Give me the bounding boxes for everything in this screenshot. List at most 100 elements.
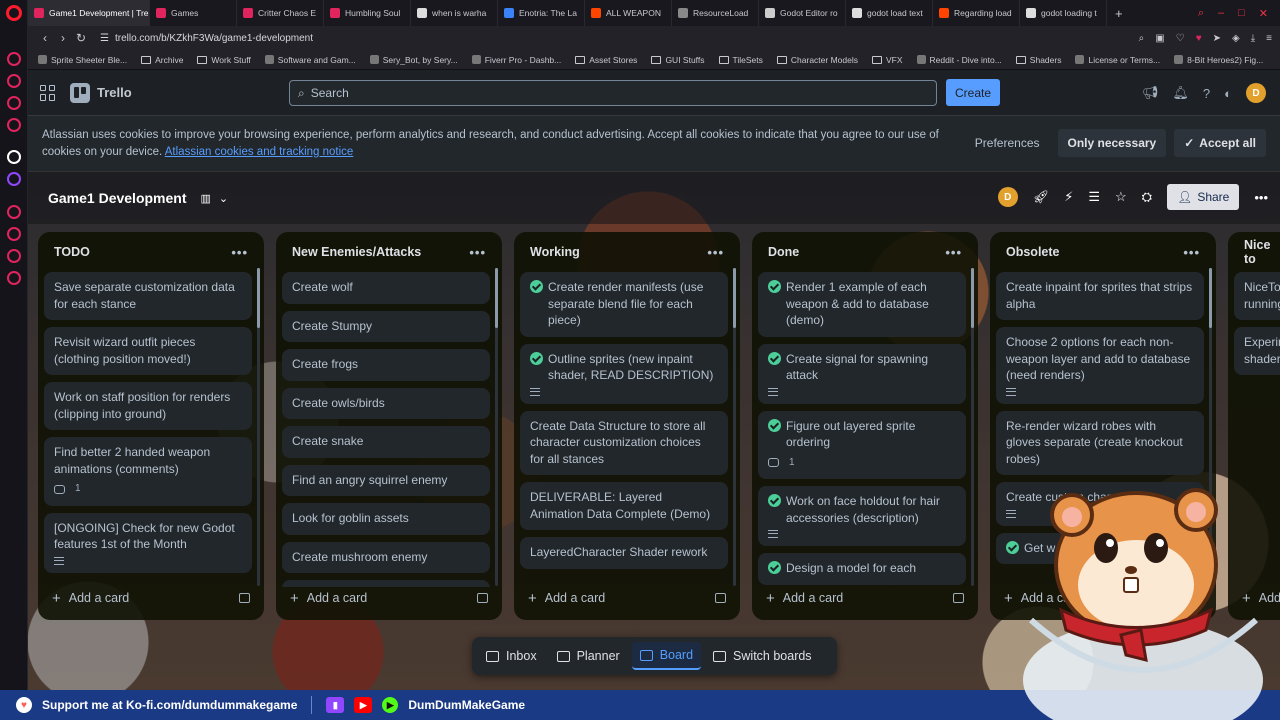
opera-logo-icon[interactable] bbox=[6, 5, 22, 21]
filter-icon[interactable]: ☰ bbox=[1088, 189, 1100, 205]
power-ups-icon[interactable]: 🚀︎ bbox=[1033, 189, 1050, 205]
complete-check-icon[interactable] bbox=[530, 280, 543, 293]
bookmark-icon[interactable]: ♡ bbox=[1176, 33, 1185, 44]
card[interactable]: Create render manifests (use separate bl… bbox=[520, 272, 728, 337]
sidebar-app-icon[interactable] bbox=[7, 96, 21, 110]
list-scrollbar[interactable] bbox=[971, 268, 974, 586]
bookmark-item[interactable]: Reddit - Dive into... bbox=[916, 55, 1002, 65]
bookmark-item[interactable]: 8-Bit Heroes2) Fig... bbox=[1174, 55, 1263, 65]
card[interactable]: Create mushroom enemy bbox=[282, 541, 490, 573]
browser-tab[interactable]: Game1 Development | Tre bbox=[28, 0, 150, 26]
list-title[interactable]: Obsolete bbox=[1006, 245, 1060, 259]
minimize-icon[interactable]: – bbox=[1218, 7, 1224, 20]
megaphone-icon[interactable]: 📢︎ bbox=[1142, 85, 1159, 101]
reload-icon[interactable]: ↻ bbox=[72, 31, 90, 45]
complete-check-icon[interactable] bbox=[768, 494, 781, 507]
card[interactable]: Save separate customization data for eac… bbox=[44, 272, 252, 320]
board-menu-icon[interactable]: ••• bbox=[1254, 190, 1268, 205]
bookmark-item[interactable]: License or Terms... bbox=[1075, 55, 1160, 65]
add-card-button[interactable]: + Add a card bbox=[528, 586, 726, 610]
sidebar-app-icon[interactable] bbox=[7, 249, 21, 263]
card[interactable]: Find an angry squirrel enemy bbox=[282, 464, 490, 496]
cookie-notice-link[interactable]: Atlassian cookies and tracking notice bbox=[165, 146, 354, 158]
menu-icon[interactable]: ≡ bbox=[1266, 33, 1272, 44]
card[interactable]: Render 1 example of each weapon & add to… bbox=[758, 272, 966, 337]
card[interactable]: Work on staff position for renders (clip… bbox=[44, 382, 252, 430]
browser-tab[interactable]: Enotria: The La bbox=[498, 0, 585, 26]
complete-check-icon[interactable] bbox=[530, 351, 543, 365]
browser-tab[interactable]: Games bbox=[150, 0, 237, 26]
list-scrollbar[interactable] bbox=[257, 268, 260, 586]
list-title[interactable]: New Enemies/Attacks bbox=[292, 245, 421, 259]
sidebar-app-icon[interactable] bbox=[7, 150, 21, 164]
card[interactable]: LayeredCharacter Shader rework bbox=[520, 537, 728, 569]
bookmark-item[interactable]: VFX bbox=[871, 55, 903, 65]
card-template-icon[interactable] bbox=[239, 593, 250, 603]
browser-tab[interactable]: when is warha bbox=[411, 0, 498, 26]
app-switcher-icon[interactable] bbox=[40, 84, 56, 101]
browser-tab[interactable]: Regarding load bbox=[933, 0, 1020, 26]
card[interactable]: Revisit wizard outfit pieces (clothing p… bbox=[44, 327, 252, 375]
notifications-icon[interactable]: 🔔︎ bbox=[1172, 85, 1189, 101]
create-button[interactable]: Create bbox=[946, 79, 1000, 106]
card[interactable]: DELIVERABLE: Layered Animation Data Comp… bbox=[520, 482, 728, 530]
avatar[interactable]: D bbox=[1246, 83, 1266, 103]
card-template-icon[interactable] bbox=[715, 593, 726, 603]
switch-boards-tab[interactable]: Switch boards bbox=[705, 642, 820, 670]
browser-tab[interactable]: godot load text bbox=[846, 0, 933, 26]
browser-tab[interactable]: ResourceLoad bbox=[672, 0, 759, 26]
bookmark-item[interactable]: Archive bbox=[141, 55, 183, 65]
site-info-icon[interactable]: ☰ bbox=[100, 33, 109, 44]
bookmark-item[interactable]: TileSets bbox=[718, 55, 763, 65]
bookmark-item[interactable]: Asset Stores bbox=[575, 55, 637, 65]
card[interactable]: Outline sprites (new inpaint shader, REA… bbox=[520, 343, 728, 404]
card[interactable]: Create Data Structure to store all chara… bbox=[520, 410, 728, 475]
browser-tab[interactable]: godot loading t bbox=[1020, 0, 1107, 26]
settings-icon[interactable] bbox=[7, 271, 21, 285]
bookmark-item[interactable]: Software and Gam... bbox=[264, 55, 356, 65]
board-title[interactable]: Game1 Development bbox=[48, 190, 187, 206]
board-tab[interactable]: Board bbox=[631, 642, 702, 670]
url-field[interactable]: ☰ trello.com/b/KZkhF3Wa/game1-developmen… bbox=[100, 33, 313, 44]
card[interactable]: Re-render wizard robes with gloves separ… bbox=[996, 410, 1204, 475]
card[interactable]: Create inpaint for sprites that strips a… bbox=[996, 272, 1204, 320]
complete-check-icon[interactable] bbox=[768, 561, 781, 574]
bookmark-item[interactable]: Character Models bbox=[776, 55, 858, 65]
card[interactable]: Design a model for each bbox=[758, 553, 966, 585]
new-tab-icon[interactable]: + bbox=[1115, 6, 1123, 21]
snapshot-icon[interactable]: ▣ bbox=[1155, 33, 1164, 44]
card[interactable]: Create Stumpy bbox=[282, 310, 490, 342]
zoom-icon[interactable]: ⌕ bbox=[1139, 33, 1145, 44]
card[interactable]: [ONGOING] Check for new Godot features 1… bbox=[44, 512, 252, 573]
maximize-icon[interactable]: □ bbox=[1238, 7, 1245, 20]
back-icon[interactable]: ‹ bbox=[36, 31, 54, 45]
share-button[interactable]: 👤︎ Share bbox=[1167, 184, 1240, 210]
card[interactable]: Work on face holdout for hair accessorie… bbox=[758, 486, 966, 546]
preferences-button[interactable]: Preferences bbox=[965, 129, 1050, 157]
card[interactable]: Create frogs bbox=[282, 349, 490, 381]
card[interactable]: Create signal for spawning attack bbox=[758, 343, 966, 404]
theme-icon[interactable]: ◐ bbox=[1224, 86, 1232, 101]
planner-tab[interactable]: Planner bbox=[549, 642, 628, 670]
list-title[interactable]: TODO bbox=[54, 245, 90, 259]
card[interactable]: Create snake bbox=[282, 426, 490, 458]
list-title[interactable]: Done bbox=[768, 245, 799, 259]
card[interactable]: Look for goblin assets bbox=[282, 503, 490, 535]
browser-tab[interactable]: Godot Editor ro bbox=[759, 0, 846, 26]
list-menu-icon[interactable]: ••• bbox=[469, 245, 486, 260]
browser-tab[interactable]: ALL WEAPON bbox=[585, 0, 672, 26]
card-template-icon[interactable] bbox=[953, 593, 964, 603]
card[interactable]: Create owls/birds bbox=[282, 387, 490, 419]
sidebar-app-icon[interactable] bbox=[7, 227, 21, 241]
list-menu-icon[interactable]: ••• bbox=[707, 245, 724, 260]
heart-icon[interactable]: ♥ bbox=[1196, 33, 1202, 44]
sidebar-app-icon[interactable] bbox=[7, 118, 21, 132]
browser-tab[interactable]: Humbling Soul bbox=[324, 0, 411, 26]
list-menu-icon[interactable]: ••• bbox=[945, 245, 962, 260]
bookmark-item[interactable]: Shaders bbox=[1015, 55, 1061, 65]
list-menu-icon[interactable]: ••• bbox=[231, 245, 248, 260]
bookmark-item[interactable]: Fiverr Pro - Dashb... bbox=[471, 55, 561, 65]
bookmark-item[interactable]: Sprite Sheeter Ble... bbox=[38, 55, 127, 65]
accept-all-button[interactable]: ✓ Accept all bbox=[1174, 129, 1266, 157]
list-scrollbar[interactable] bbox=[733, 268, 736, 586]
